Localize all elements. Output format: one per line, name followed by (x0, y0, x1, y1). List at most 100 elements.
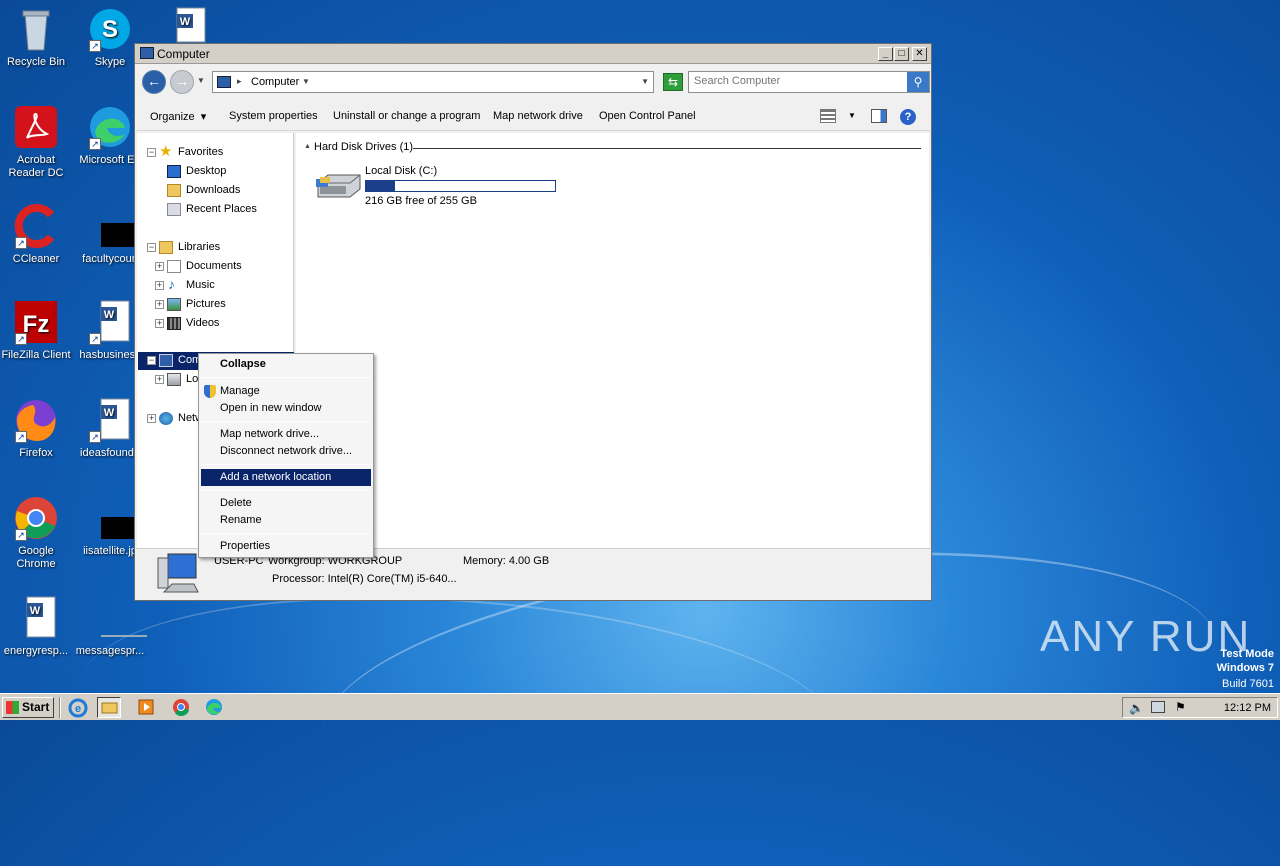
shortcut-arrow-icon: ↗ (15, 333, 27, 345)
nav-documents[interactable]: + Documents (153, 258, 283, 276)
uninstall-program-button[interactable]: Uninstall or change a program (333, 110, 480, 122)
chrome-icon: ↗ (13, 495, 59, 541)
breadcrumb-computer[interactable]: Computer (251, 76, 299, 88)
expand-toggle-icon[interactable]: + (155, 375, 164, 384)
internet-explorer-icon[interactable]: e (66, 697, 90, 718)
breadcrumb-chevron-icon[interactable]: ▼ (302, 77, 310, 86)
menu-item-delete[interactable]: Delete (201, 495, 371, 512)
view-options-icon[interactable] (820, 109, 836, 123)
collapse-toggle-icon[interactable]: − (147, 148, 156, 157)
back-button[interactable]: ← (142, 70, 166, 94)
network-icon (159, 412, 173, 425)
nav-favorites[interactable]: − ★ Favorites (145, 143, 285, 162)
collapse-toggle-icon[interactable]: − (147, 356, 156, 365)
libraries-icon (159, 241, 173, 254)
start-button[interactable]: Start (2, 697, 54, 718)
window-title: Computer (157, 47, 210, 61)
shortcut-arrow-icon: ↗ (89, 431, 101, 443)
desktop-icon-ccleaner[interactable]: ↗ CCleaner (0, 203, 72, 266)
menu-separator (201, 421, 371, 422)
svg-text:e: e (75, 703, 81, 715)
svg-text:S: S (102, 16, 118, 43)
nav-pictures[interactable]: + Pictures (153, 296, 283, 314)
desktop-icon-label: hasbusiness (79, 349, 141, 361)
help-icon[interactable]: ? (900, 109, 916, 125)
refresh-icon[interactable]: ⇆ (663, 73, 683, 91)
menu-item-rename[interactable]: Rename (201, 512, 371, 529)
group-header[interactable]: Hard Disk Drives (1) (314, 141, 413, 153)
collapse-toggle-icon[interactable]: − (147, 243, 156, 252)
expand-toggle-icon[interactable]: + (155, 281, 164, 290)
drive-name: Local Disk (C:) (365, 165, 438, 177)
nav-music[interactable]: + ♪ Music (153, 276, 283, 295)
maximize-button[interactable]: □ (894, 47, 909, 61)
star-icon: ★ (159, 143, 173, 160)
map-network-drive-button[interactable]: Map network drive (493, 110, 583, 122)
shortcut-arrow-icon: ↗ (15, 431, 27, 443)
menu-item-manage[interactable]: Manage (201, 383, 371, 400)
desktop-icon-acrobat[interactable]: Acrobat Reader DC (0, 104, 72, 180)
drive-free-space: 216 GB free of 255 GB (365, 195, 477, 207)
volume-icon[interactable]: 🔈 (1129, 701, 1144, 715)
command-bar: Organize ▾ System properties Uninstall o… (136, 103, 930, 131)
network-tray-icon[interactable] (1151, 701, 1165, 713)
search-icon[interactable]: ⚲ (907, 72, 929, 92)
desktop-icon-recycle-bin[interactable]: Recycle Bin (0, 6, 72, 69)
view-dropdown-icon[interactable]: ▼ (848, 111, 856, 120)
recent-pages-dropdown-icon[interactable]: ▼ (197, 76, 205, 85)
nav-videos[interactable]: + Videos (153, 315, 283, 333)
open-control-panel-button[interactable]: Open Control Panel (599, 110, 696, 122)
forward-button[interactable]: → (170, 70, 194, 94)
breadcrumb-chevron-icon[interactable]: ▸ (237, 76, 242, 87)
search-input[interactable] (694, 75, 904, 87)
build-label: Build 7601 (1222, 678, 1274, 690)
close-button[interactable]: ✕ (912, 47, 927, 61)
desktop-icon-label: energyresp... (3, 645, 69, 657)
menu-item-collapse[interactable]: Collapse (201, 356, 371, 373)
drive-item-c[interactable]: Local Disk (C:) 216 GB free of 255 GB (314, 163, 564, 207)
expand-toggle-icon[interactable]: + (155, 319, 164, 328)
chrome-icon[interactable] (169, 697, 193, 718)
desktop-icon-energyresp[interactable]: W energyresp... (0, 595, 72, 658)
menu-item-disconnect-network-drive[interactable]: Disconnect network drive... (201, 443, 371, 460)
menu-item-add-network-location[interactable]: Add a network location (201, 469, 371, 486)
system-properties-button[interactable]: System properties (229, 110, 318, 122)
nav-recent-places[interactable]: Recent Places (167, 201, 287, 219)
edge-icon[interactable] (202, 697, 226, 718)
organize-button[interactable]: Organize ▾ (150, 110, 206, 123)
expand-toggle-icon[interactable]: + (147, 414, 156, 423)
nav-downloads[interactable]: Downloads (167, 182, 287, 200)
group-collapse-icon[interactable]: ▲ (304, 143, 311, 150)
search-box[interactable]: ⚲ (688, 71, 930, 93)
menu-item-open-new-window[interactable]: Open in new window (201, 400, 371, 417)
skype-icon: S ↗ (87, 6, 133, 52)
file-explorer-icon[interactable] (97, 697, 121, 718)
desktop-icon-chrome[interactable]: ↗ Google Chrome (0, 495, 72, 571)
desktop-icon-firefox[interactable]: ↗ Firefox (0, 397, 72, 460)
file-icon (87, 595, 147, 641)
desktop-icon-label: CCleaner (12, 253, 60, 265)
clock[interactable]: 12:12 PM (1224, 702, 1271, 714)
title-bar[interactable]: Computer _ □ ✕ (135, 44, 931, 64)
action-center-flag-icon[interactable]: ⚑ (1175, 700, 1186, 714)
desktop-icon-filezilla[interactable]: Fz ↗ FileZilla Client (0, 299, 72, 362)
computer-icon (159, 354, 173, 367)
desktop-icon-messagespr[interactable]: messagespr... (74, 595, 147, 658)
desktop-icon-label: FileZilla Client (1, 349, 71, 361)
word-doc-icon: W (13, 595, 59, 641)
expand-toggle-icon[interactable]: + (155, 262, 164, 271)
address-dropdown-icon[interactable]: ▼ (641, 77, 649, 86)
menu-item-properties[interactable]: Properties (201, 538, 371, 555)
shield-icon (204, 385, 216, 398)
minimize-button[interactable]: _ (878, 47, 893, 61)
nav-libraries[interactable]: − Libraries (145, 239, 285, 257)
media-player-icon[interactable] (134, 697, 158, 718)
address-box[interactable]: ▸ Computer ▼ ▼ (212, 71, 654, 93)
edge-icon: ↗ (87, 104, 133, 150)
shortcut-arrow-icon: ↗ (89, 40, 101, 52)
expand-toggle-icon[interactable]: + (155, 300, 164, 309)
menu-item-map-network-drive[interactable]: Map network drive... (201, 426, 371, 443)
nav-desktop[interactable]: Desktop (167, 163, 287, 181)
preview-pane-icon[interactable] (871, 109, 887, 123)
firefox-icon: ↗ (13, 397, 59, 443)
